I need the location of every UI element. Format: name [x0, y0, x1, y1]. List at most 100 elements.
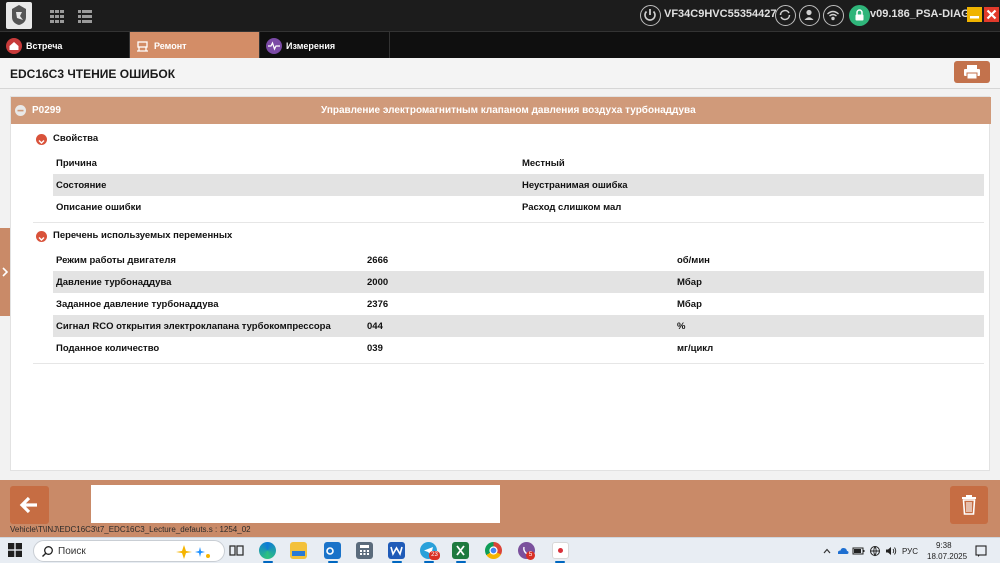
bottom-action-bar: Vehicle\T\INJ\EDC16C3\t7_EDC16C3_Lecture… [0, 480, 1000, 537]
power-icon[interactable] [640, 5, 661, 26]
software-version: v09.186_PSA-DIAG [870, 8, 970, 20]
variable-value: 039 [367, 343, 383, 354]
variable-name: Заданное давление турбонаддува [56, 299, 219, 310]
clock-date[interactable]: 18.07.2025 [927, 552, 967, 561]
property-row: Состояние Неустранимая ошибка [53, 174, 984, 196]
excel-icon[interactable] [452, 542, 469, 559]
close-button[interactable] [984, 7, 999, 22]
delete-button[interactable] [950, 486, 988, 524]
chevron-down-icon[interactable] [36, 134, 47, 145]
outlook-icon[interactable] [324, 542, 341, 559]
property-name: Состояние [56, 180, 107, 191]
printer-icon [964, 65, 980, 80]
main-navigation: Встреча Ремонт Измерения [0, 31, 1000, 59]
windows-start-icon[interactable] [8, 543, 22, 557]
clock-time[interactable]: 9:38 [936, 541, 952, 550]
minus-icon[interactable] [15, 105, 26, 116]
variables-section-title[interactable]: Перечень используемых переменных [53, 230, 232, 241]
print-button[interactable] [954, 61, 990, 83]
taskbar-search[interactable]: Поиск [33, 540, 225, 562]
property-value: Неустранимая ошибка [522, 180, 628, 191]
chevron-down-icon[interactable] [36, 231, 47, 242]
property-value: Местный [522, 158, 565, 169]
divider [33, 363, 984, 364]
fault-details-panel: P0299 Управление электромагнитным клапан… [10, 96, 991, 471]
diagnostic-app-icon[interactable] [552, 542, 569, 559]
variable-name: Режим работы двигателя [56, 255, 176, 266]
chevron-up-icon[interactable] [822, 546, 832, 556]
variable-row: Поданное количество 039 мг/цикл [53, 337, 984, 359]
car-lift-icon [136, 38, 150, 54]
measurement-wave-icon [266, 37, 282, 54]
windows-taskbar: Поиск 23 5 РУС 9:38 18.07.2025 [0, 537, 1000, 563]
variable-value: 2666 [367, 255, 389, 266]
tab-vstrecha[interactable]: Встреча [0, 32, 130, 59]
message-area [91, 485, 500, 523]
variable-row: Сигнал RCO открытия электроклапана турбо… [53, 315, 984, 337]
tab-label: Ремонт [154, 40, 187, 51]
notification-icon[interactable] [974, 544, 988, 558]
wifi-icon[interactable] [823, 5, 844, 26]
lock-icon [849, 5, 870, 26]
onedrive-cloud-icon[interactable] [836, 546, 849, 556]
task-view-icon[interactable] [228, 542, 245, 559]
variable-name: Сигнал RCO открытия электроклапана турбо… [56, 321, 331, 332]
property-value: Расход слишком мал [522, 202, 622, 213]
property-row: Описание ошибки Расход слишком мал [53, 196, 984, 218]
search-placeholder: Поиск [58, 546, 86, 557]
variable-row: Давление турбонаддува 2000 Мбар [53, 271, 984, 293]
tab-izmereniya[interactable]: Измерения [260, 32, 390, 59]
calculator-icon[interactable] [356, 542, 373, 559]
back-button[interactable] [10, 486, 49, 524]
script-path: Vehicle\T\INJ\EDC16C3\t7_EDC16C3_Lecture… [10, 525, 251, 534]
side-panel-toggle[interactable] [0, 228, 10, 316]
minimize-button[interactable] [967, 7, 982, 22]
variable-unit: об/мин [677, 255, 710, 266]
variable-row: Заданное давление турбонаддува 2376 Мбар [53, 293, 984, 315]
variable-name: Давление турбонаддува [56, 277, 172, 288]
volume-icon[interactable] [884, 545, 897, 557]
sparkle-decoration-icon [176, 545, 210, 559]
user-icon[interactable] [799, 5, 820, 26]
property-name: Описание ошибки [56, 202, 142, 213]
word-icon[interactable] [388, 542, 405, 559]
sync-icon[interactable] [775, 5, 796, 26]
globe-network-icon[interactable] [869, 545, 881, 557]
home-icon [6, 37, 22, 54]
properties-section-title[interactable]: Свойства [53, 133, 98, 144]
fault-description: Управление электромагнитным клапаном дав… [321, 105, 696, 116]
search-icon [42, 546, 53, 557]
viber-badge: 5 [526, 551, 535, 560]
peugeot-logo [6, 2, 32, 29]
variable-unit: мг/цикл [677, 343, 714, 354]
property-name: Причина [56, 158, 97, 169]
variable-unit: Мбар [677, 277, 702, 288]
page-title: EDC16C3 ЧТЕНИЕ ОШИБОК [10, 67, 176, 81]
variable-value: 2000 [367, 277, 389, 288]
property-row: Причина Местный [53, 152, 984, 174]
fault-header[interactable]: P0299 Управление электромагнитным клапан… [11, 97, 991, 124]
variable-value: 044 [367, 321, 383, 332]
edge-browser-icon[interactable] [259, 542, 276, 559]
divider [33, 222, 984, 223]
chrome-icon[interactable] [485, 542, 502, 559]
tab-remont[interactable]: Ремонт [130, 32, 260, 59]
fault-code: P0299 [32, 105, 61, 116]
file-explorer-icon[interactable] [290, 542, 307, 559]
tab-label: Встреча [26, 40, 63, 51]
page-header: EDC16C3 ЧТЕНИЕ ОШИБОК [0, 58, 1000, 89]
vehicle-vin: VF34C9HVC55354427 [664, 8, 777, 20]
arrow-left-icon [19, 496, 37, 514]
variable-unit: Мбар [677, 299, 702, 310]
trash-icon [962, 495, 976, 515]
list-view-icon[interactable] [76, 7, 94, 25]
variable-name: Поданное количество [56, 343, 160, 354]
variable-row: Режим работы двигателя 2666 об/мин [53, 249, 984, 271]
grid-view-icon[interactable] [48, 7, 66, 25]
top-bar: VF34C9HVC55354427 v09.186_PSA-DIAG [0, 0, 1000, 31]
variable-value: 2376 [367, 299, 389, 310]
telegram-badge: 23 [429, 551, 440, 560]
variable-unit: % [677, 321, 686, 332]
keyboard-language[interactable]: РУС [902, 547, 918, 556]
battery-icon[interactable] [852, 546, 865, 556]
